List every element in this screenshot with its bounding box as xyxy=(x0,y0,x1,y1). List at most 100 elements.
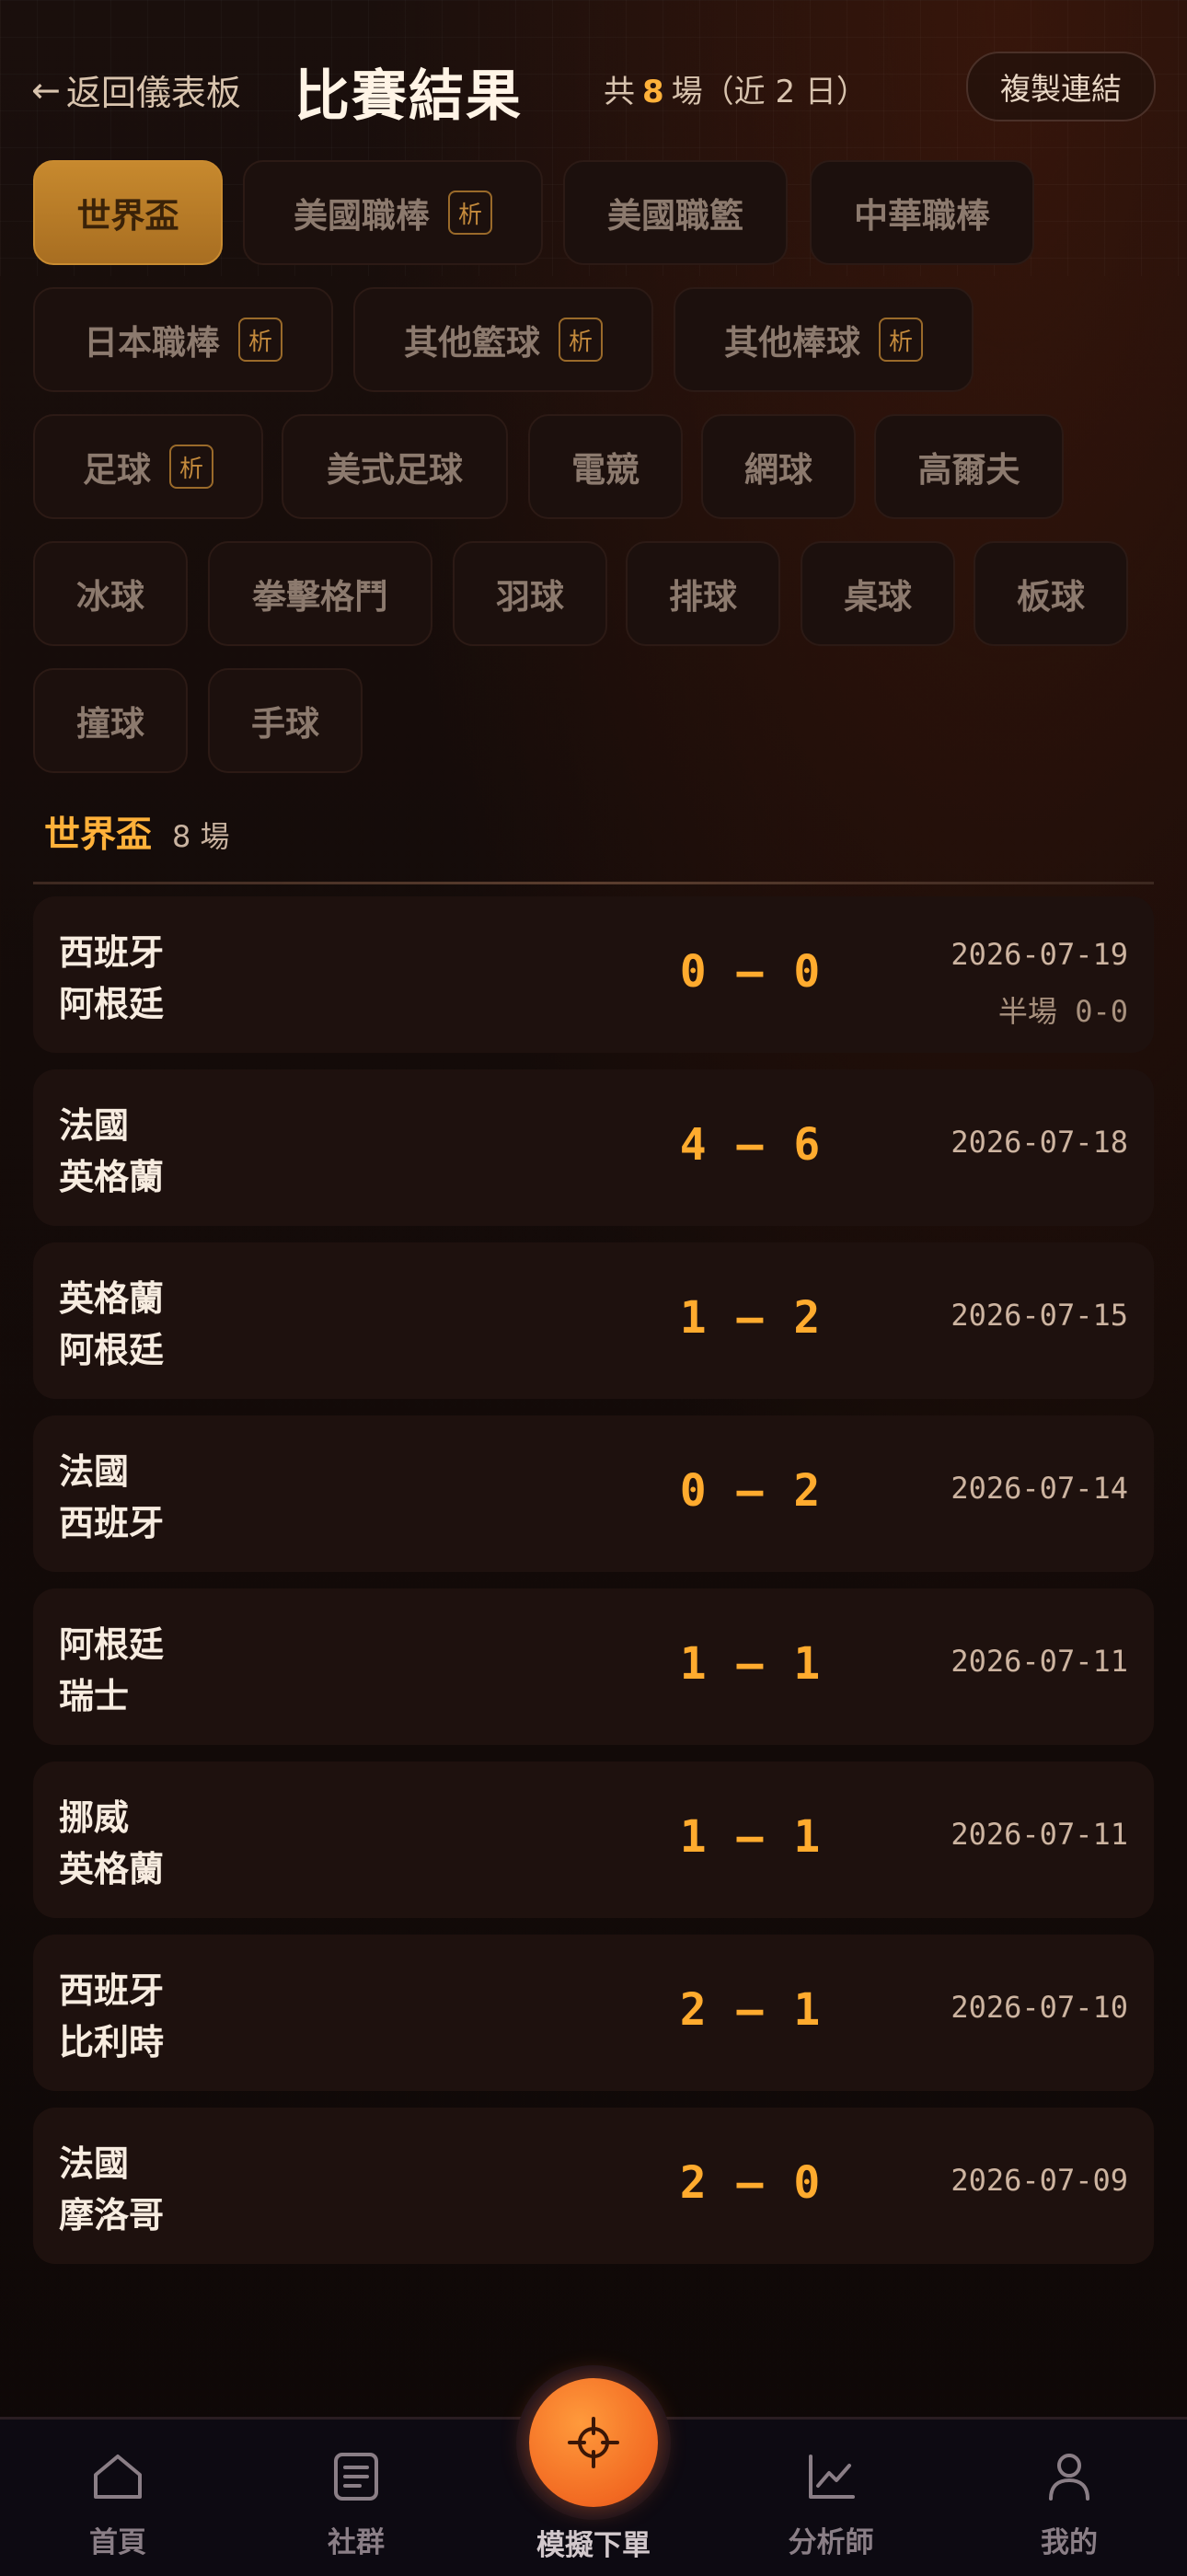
simulate-order-button[interactable] xyxy=(529,2378,658,2507)
match-date: 2026-07-11 xyxy=(951,1644,1128,1679)
section-header: 世界盃 8 場 xyxy=(44,806,230,858)
match-card[interactable]: 法國 摩洛哥 2 – 0 2026-07-09 xyxy=(33,2108,1154,2264)
chip-soccer[interactable]: 足球 析 xyxy=(33,414,263,519)
match-card[interactable]: 挪威 英格蘭 1 – 1 2026-07-11 xyxy=(33,1762,1154,1918)
away-team: 瑞士 xyxy=(59,1676,130,1716)
chip-volleyball[interactable]: 排球 xyxy=(626,541,780,646)
chip-label: 排球 xyxy=(669,577,737,617)
match-card[interactable]: 英格蘭 阿根廷 1 – 2 2026-07-15 xyxy=(33,1242,1154,1399)
match-card[interactable]: 西班牙 阿根廷 0 – 0 2026-07-19 半場 0-0 xyxy=(33,896,1154,1053)
match-score: 2 – 1 xyxy=(679,1984,823,2036)
home-team: 西班牙 xyxy=(59,932,165,973)
analysis-badge: 析 xyxy=(448,191,492,235)
chip-billiards[interactable]: 撞球 xyxy=(33,668,188,773)
match-card[interactable]: 阿根廷 瑞士 1 – 1 2026-07-11 xyxy=(33,1588,1154,1745)
away-team: 英格蘭 xyxy=(59,1157,165,1197)
simulate-order-label: 模擬下單 xyxy=(536,2529,651,2562)
nav-label: 社群 xyxy=(328,2526,385,2559)
match-card[interactable]: 法國 英格蘭 4 – 6 2026-07-18 xyxy=(33,1069,1154,1226)
nav-label: 我的 xyxy=(1041,2526,1098,2559)
home-team: 挪威 xyxy=(59,1797,130,1838)
match-score: 2 – 0 xyxy=(679,2157,823,2209)
chip-badminton[interactable]: 羽球 xyxy=(453,541,607,646)
chip-esports[interactable]: 電競 xyxy=(528,414,683,519)
chip-other-basketball[interactable]: 其他籃球 析 xyxy=(353,287,653,392)
chip-nba[interactable]: 美國職籃 xyxy=(563,160,788,265)
chip-label: 板球 xyxy=(1017,577,1085,617)
nav-community[interactable]: 社群 xyxy=(282,2447,430,2567)
chip-label: 世界盃 xyxy=(76,196,179,236)
nav-label: 首頁 xyxy=(89,2526,146,2559)
chip-label: 拳擊格鬥 xyxy=(252,577,388,617)
crosshair-icon xyxy=(568,2417,619,2468)
chip-tennis[interactable]: 網球 xyxy=(701,414,856,519)
nav-label: 分析師 xyxy=(788,2526,874,2559)
match-score: 0 – 0 xyxy=(679,946,823,998)
chip-label: 美國職棒 xyxy=(294,196,430,236)
chip-label: 高爾夫 xyxy=(917,450,1020,490)
away-team: 比利時 xyxy=(59,2022,165,2062)
match-score: 4 – 6 xyxy=(679,1119,823,1171)
match-date: 2026-07-11 xyxy=(951,1817,1128,1852)
section-count: 8 場 xyxy=(172,819,230,854)
home-team: 阿根廷 xyxy=(59,1624,165,1665)
away-team: 西班牙 xyxy=(59,1503,165,1543)
nav-home[interactable]: 首頁 xyxy=(44,2447,191,2567)
analysis-badge: 析 xyxy=(559,318,603,362)
arrow-left-icon: ← xyxy=(31,69,61,110)
chip-label: 其他棒球 xyxy=(724,323,860,363)
home-team: 法國 xyxy=(59,1451,130,1492)
chip-cricket[interactable]: 板球 xyxy=(974,541,1128,646)
away-team: 英格蘭 xyxy=(59,1849,165,1889)
back-label: 返回儀表板 xyxy=(65,73,241,113)
chip-label: 美國職籃 xyxy=(607,196,743,236)
chip-cpbl[interactable]: 中華職棒 xyxy=(810,160,1034,265)
match-date: 2026-07-14 xyxy=(951,1471,1128,1506)
chip-label: 其他籃球 xyxy=(404,323,540,363)
home-team: 法國 xyxy=(59,2143,130,2184)
chip-world-cup[interactable]: 世界盃 xyxy=(33,160,223,265)
home-team: 英格蘭 xyxy=(59,1278,165,1319)
chip-label: 日本職棒 xyxy=(84,323,220,363)
match-score: 1 – 1 xyxy=(679,1638,823,1690)
analysis-badge: 析 xyxy=(169,445,213,489)
away-team: 摩洛哥 xyxy=(59,2195,165,2235)
chip-label: 中華職棒 xyxy=(854,196,990,236)
home-team: 西班牙 xyxy=(59,1970,165,2011)
nav-mine[interactable]: 我的 xyxy=(996,2447,1143,2567)
home-team: 法國 xyxy=(59,1105,130,1146)
chip-label: 網球 xyxy=(744,450,812,490)
chip-handball[interactable]: 手球 xyxy=(208,668,363,773)
chip-american-football[interactable]: 美式足球 xyxy=(282,414,508,519)
chip-label: 羽球 xyxy=(496,577,564,617)
match-card[interactable]: 法國 西班牙 0 – 2 2026-07-14 xyxy=(33,1415,1154,1572)
user-icon xyxy=(1049,2454,1089,2501)
section-title: 世界盃 xyxy=(44,814,153,856)
chip-label: 撞球 xyxy=(76,704,144,744)
header: ← 返回儀表板 比賽結果 共 8 場（近 2 日） 複製連結 xyxy=(0,40,1187,133)
chip-combat-sports[interactable]: 拳擊格鬥 xyxy=(208,541,432,646)
chip-mlb[interactable]: 美國職棒 析 xyxy=(243,160,543,265)
chip-label: 手球 xyxy=(251,704,319,744)
chip-label: 桌球 xyxy=(844,577,912,617)
match-score: 1 – 2 xyxy=(679,1292,823,1344)
chip-other-baseball[interactable]: 其他棒球 析 xyxy=(674,287,974,392)
copy-link-button[interactable]: 複製連結 xyxy=(966,52,1156,121)
match-score: 0 – 2 xyxy=(679,1465,823,1517)
chart-line-icon xyxy=(809,2455,855,2499)
chip-table-tennis[interactable]: 桌球 xyxy=(801,541,955,646)
page-title: 比賽結果 xyxy=(294,64,523,129)
chip-ice-hockey[interactable]: 冰球 xyxy=(33,541,188,646)
chip-label: 電競 xyxy=(571,450,640,490)
match-date: 2026-07-15 xyxy=(951,1298,1128,1333)
nav-analyst[interactable]: 分析師 xyxy=(757,2447,905,2567)
chip-npb[interactable]: 日本職棒 析 xyxy=(33,287,333,392)
match-score: 1 – 1 xyxy=(679,1811,823,1863)
match-date: 2026-07-10 xyxy=(951,1990,1128,2025)
match-date: 2026-07-18 xyxy=(951,1125,1128,1160)
match-card[interactable]: 西班牙 比利時 2 – 1 2026-07-10 xyxy=(33,1935,1154,2091)
back-to-dashboard-link[interactable]: ← 返回儀表板 xyxy=(31,64,241,115)
analysis-badge: 析 xyxy=(879,318,923,362)
chip-golf[interactable]: 高爾夫 xyxy=(874,414,1064,519)
count-prefix: 共 xyxy=(604,74,635,110)
